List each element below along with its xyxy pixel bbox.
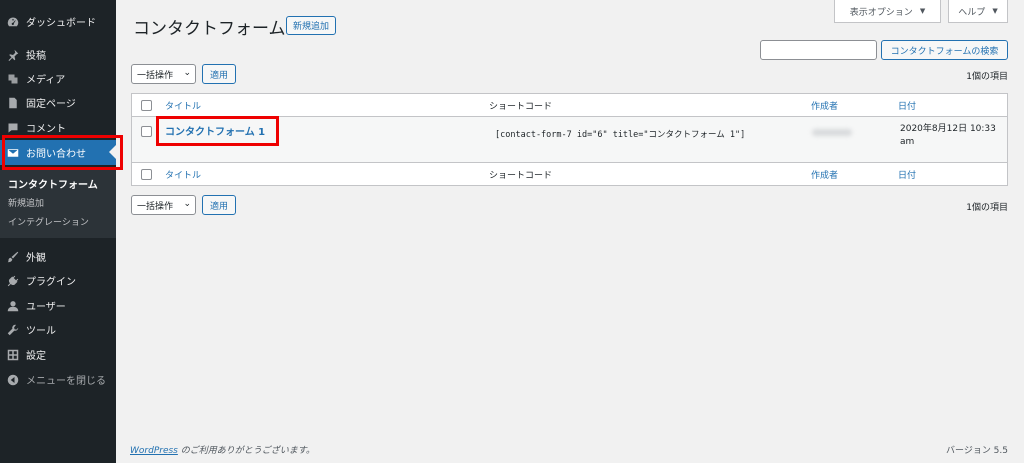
admin-sidebar: ダッシュボード 投稿 メディア 固定ページ コメント お問い合わせ コンタクトフ… xyxy=(0,0,123,463)
footer-thanks-text: のご利用ありがとうございます。 xyxy=(177,446,315,456)
form-date: 2020年8月12日 10:33 am xyxy=(900,124,996,147)
sidebar-item-pages[interactable]: 固定ページ xyxy=(0,90,116,115)
row-checkbox[interactable] xyxy=(141,126,152,137)
caret-down-icon: ▼ xyxy=(919,7,926,15)
chevron-down-icon: ⌄ xyxy=(183,199,191,209)
select-all-checkbox[interactable] xyxy=(141,100,152,111)
wrench-icon xyxy=(6,323,20,337)
sidebar-item-label: コメント xyxy=(26,124,66,135)
user-icon xyxy=(6,299,20,313)
help-button[interactable]: ヘルプ ▼ xyxy=(948,0,1008,23)
sidebar-item-label: お問い合わせ xyxy=(26,149,86,160)
wordpress-link[interactable]: WordPress xyxy=(130,446,178,456)
bulk-actions-select-bottom[interactable]: 一括操作 ⌄ xyxy=(131,195,196,215)
sidebar-item-label: ダッシュボード xyxy=(26,18,96,29)
media-icon xyxy=(6,72,20,86)
page-icon xyxy=(6,96,20,110)
search-input[interactable] xyxy=(760,40,877,60)
column-shortcode: ショートコード xyxy=(489,102,553,112)
column-author-bottom[interactable]: 作成者 xyxy=(811,168,838,181)
column-title[interactable]: タイトル xyxy=(165,99,201,112)
column-title-bottom[interactable]: タイトル xyxy=(165,168,201,181)
collapse-icon xyxy=(6,373,20,387)
bulk-actions-label: 一括操作 xyxy=(137,201,174,212)
dashboard-icon xyxy=(6,15,20,29)
submenu-item-add-new[interactable]: 新規追加 xyxy=(8,196,44,209)
add-new-button[interactable]: 新規追加 xyxy=(286,16,336,35)
sidebar-item-label: メディア xyxy=(26,75,66,86)
sidebar-item-label: 固定ページ xyxy=(26,99,76,110)
pin-icon xyxy=(6,48,20,62)
sidebar-item-label: プラグイン xyxy=(26,277,76,288)
sidebar-item-comments[interactable]: コメント xyxy=(0,115,116,140)
sidebar-item-appearance[interactable]: 外観 xyxy=(0,244,116,269)
active-arrow xyxy=(109,145,116,159)
sidebar-item-contact[interactable]: お問い合わせ xyxy=(0,140,116,165)
apply-button-bottom[interactable]: 適用 xyxy=(202,195,236,215)
footer-version: バージョン 5.5 xyxy=(946,446,1008,456)
sidebar-item-label: ツール xyxy=(26,326,56,337)
column-shortcode-bottom: ショートコード xyxy=(489,171,553,181)
sidebar-item-settings[interactable]: 設定 xyxy=(0,342,116,367)
contact-forms-table: タイトル ショートコード 作成者 日付 コンタクトフォーム 1 [contact… xyxy=(131,93,1008,186)
caret-down-icon: ▼ xyxy=(992,7,998,15)
sidebar-item-label: ユーザー xyxy=(26,302,66,313)
screen-options-label: 表示オプション xyxy=(849,7,913,18)
sidebar-item-label: 投稿 xyxy=(26,51,46,62)
contact-submenu: コンタクトフォーム 新規追加 インテグレーション xyxy=(0,170,116,238)
sidebar-item-label: メニューを閉じる xyxy=(26,376,106,387)
sidebar-item-tools[interactable]: ツール xyxy=(0,317,116,342)
help-label: ヘルプ xyxy=(958,7,986,18)
bulk-actions-label: 一括操作 xyxy=(137,70,174,81)
brush-icon xyxy=(6,250,20,264)
form-title-link[interactable]: コンタクトフォーム 1 xyxy=(165,123,265,138)
column-date[interactable]: 日付 xyxy=(898,99,916,112)
apply-button-top[interactable]: 適用 xyxy=(202,64,236,84)
comment-icon xyxy=(6,121,20,135)
footer-thanks: WordPress のご利用ありがとうございます。 xyxy=(130,443,315,456)
sidebar-item-users[interactable]: ユーザー xyxy=(0,293,116,318)
sidebar-item-posts[interactable]: 投稿 xyxy=(0,42,116,67)
column-author[interactable]: 作成者 xyxy=(811,99,838,112)
sidebar-item-plugins[interactable]: プラグイン xyxy=(0,268,116,293)
sidebar-item-dashboard[interactable]: ダッシュボード xyxy=(0,9,116,34)
sidebar-item-media[interactable]: メディア xyxy=(0,66,116,91)
item-count-top: 1個の項目 xyxy=(966,72,1008,82)
screen-options-button[interactable]: 表示オプション ▼ xyxy=(834,0,941,23)
search-button[interactable]: コンタクトフォームの検索 xyxy=(881,40,1008,60)
sidebar-collapse-menu[interactable]: メニューを閉じる xyxy=(0,367,116,392)
chevron-down-icon: ⌄ xyxy=(183,68,191,78)
table-row: コンタクトフォーム 1 [contact-form-7 id="6" title… xyxy=(132,116,1007,162)
sidebar-item-label: 外観 xyxy=(26,253,46,264)
item-count-bottom: 1個の項目 xyxy=(966,203,1008,213)
mail-icon xyxy=(6,146,20,160)
table-header: タイトル ショートコード 作成者 日付 xyxy=(132,94,1007,117)
page-title: コンタクトフォーム xyxy=(133,19,286,39)
submenu-item-contact-forms[interactable]: コンタクトフォーム xyxy=(8,176,98,191)
column-date-bottom[interactable]: 日付 xyxy=(898,168,916,181)
submenu-item-integration[interactable]: インテグレーション xyxy=(8,215,89,228)
sidebar-item-label: 設定 xyxy=(26,351,46,362)
select-all-checkbox-bottom[interactable] xyxy=(141,169,152,180)
table-footer: タイトル ショートコード 作成者 日付 xyxy=(132,162,1007,186)
settings-icon xyxy=(6,348,20,362)
form-shortcode: [contact-form-7 id="6" title="コンタクトフォーム … xyxy=(495,130,746,140)
plugin-icon xyxy=(6,274,20,288)
author-blurred xyxy=(812,129,852,136)
bulk-actions-select-top[interactable]: 一括操作 ⌄ xyxy=(131,64,196,84)
main-content: 表示オプション ▼ ヘルプ ▼ コンタクトフォーム 新規追加 コンタクトフォーム… xyxy=(116,0,1024,463)
